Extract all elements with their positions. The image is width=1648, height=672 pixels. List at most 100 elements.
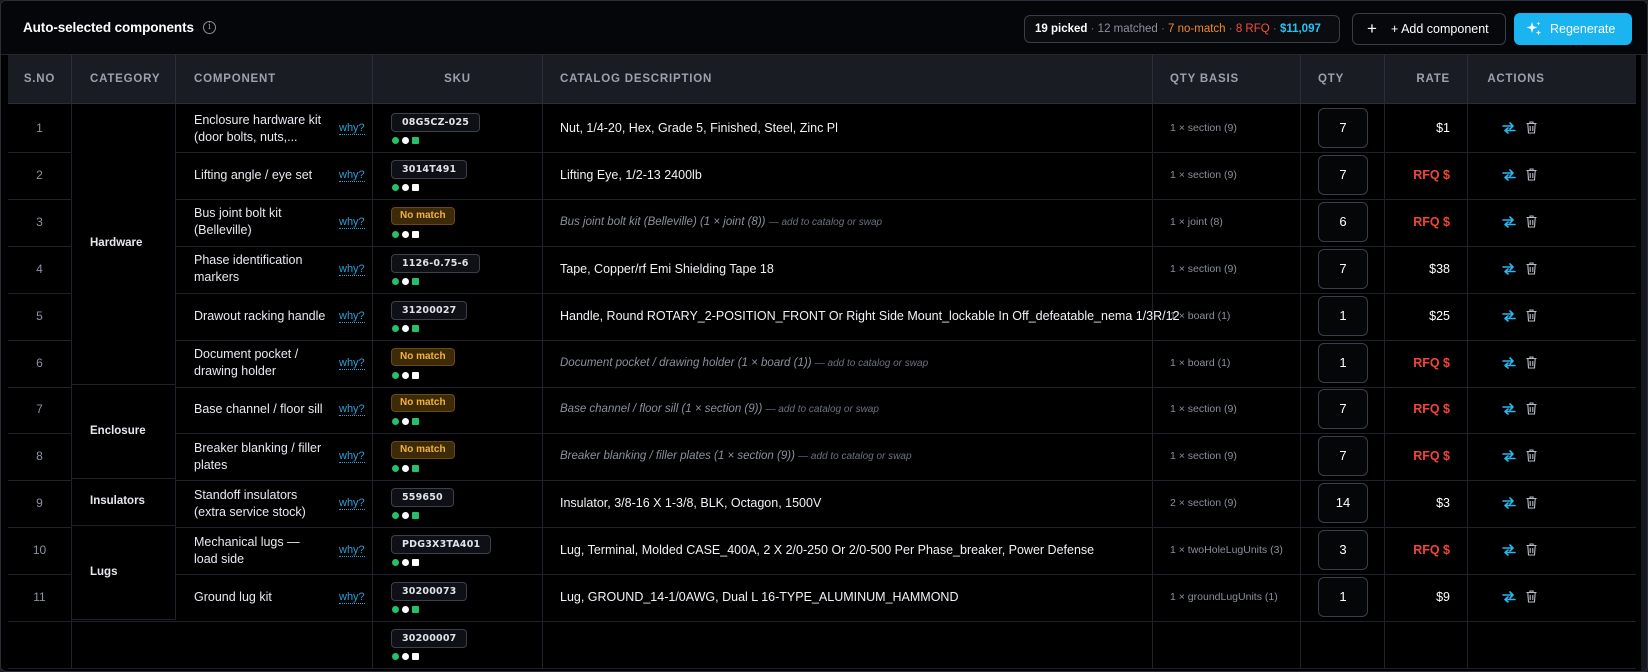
col-qty-basis[interactable]: QTY BASIS — [1153, 55, 1301, 104]
why-link[interactable]: why? — [339, 216, 365, 229]
qty-cell: 7 — [1301, 104, 1385, 153]
sku-badge[interactable]: 3014T491 — [391, 159, 468, 179]
sku-badge[interactable]: 30200073 — [391, 582, 468, 601]
swap-icon[interactable] — [1502, 544, 1516, 556]
qty-input[interactable]: 3 — [1318, 530, 1368, 571]
component-cell: Bus joint bolt kit (Belleville) why? — [176, 197, 373, 247]
qty-input[interactable]: 7 — [1318, 248, 1368, 289]
trash-icon[interactable] — [1526, 402, 1537, 415]
info-icon[interactable]: i — [203, 21, 216, 34]
trash-icon[interactable] — [1526, 215, 1537, 228]
trash-icon[interactable] — [1526, 355, 1537, 369]
status-dot-icon — [392, 559, 399, 567]
sku-badge[interactable]: 31200027 — [391, 300, 468, 320]
qty-input[interactable]: 7 — [1318, 436, 1368, 477]
sku-badge[interactable]: 08G5CZ-025 — [391, 113, 481, 132]
swap-icon[interactable] — [1502, 591, 1516, 603]
qty-input[interactable]: 1 — [1318, 577, 1368, 617]
table-row[interactable]: 8 Breaker blanking / filler plates why? … — [8, 432, 1636, 482]
table-row[interactable]: 1 Enclosure hardware kit (door bolts, nu… — [8, 104, 1636, 153]
sku-cell: No match — [373, 432, 543, 482]
trash-icon[interactable] — [1526, 543, 1537, 556]
why-link[interactable]: why? — [339, 544, 365, 558]
why-link[interactable]: why? — [339, 310, 365, 323]
qty-input[interactable]: 1 — [1318, 295, 1368, 336]
description-cell: Document pocket / drawing holder (1 × bo… — [543, 338, 1153, 388]
qty-basis: 1 × section (9) — [1170, 450, 1237, 463]
why-link[interactable]: why? — [339, 403, 365, 417]
catalog-description: Base channel / floor sill (1 × section (… — [560, 403, 879, 416]
no-match-count: 7 no-match — [1168, 23, 1226, 35]
add-component-button[interactable]: + + Add component — [1352, 13, 1506, 45]
col-sno[interactable]: S.NO — [8, 55, 72, 104]
regenerate-button[interactable]: Regenerate — [1514, 13, 1632, 45]
table-row[interactable]: 30200007 — [8, 619, 1636, 669]
swap-icon[interactable] — [1502, 356, 1516, 369]
swap-icon[interactable] — [1502, 262, 1516, 275]
why-link[interactable]: why? — [339, 591, 365, 604]
qty-basis: 1 × section (9) — [1170, 168, 1237, 181]
category-label: Lugs — [90, 566, 118, 578]
qty-input[interactable]: 7 — [1318, 389, 1368, 430]
qty-basis-cell: 1 × section (9) — [1153, 104, 1301, 153]
table-row[interactable]: 4 Phase identification markers why? 1126… — [8, 244, 1636, 294]
trash-icon[interactable] — [1526, 496, 1537, 509]
trash-icon[interactable] — [1526, 262, 1537, 275]
table-row[interactable]: 9 Standoff insulators (extra service sto… — [8, 479, 1636, 529]
col-component[interactable]: COMPONENT — [176, 55, 373, 104]
description-cell: Base channel / floor sill (1 × section (… — [543, 385, 1153, 435]
why-link[interactable]: why? — [339, 450, 365, 464]
table-row[interactable]: 11 Ground lug kit why? 30200073 Lug, GRO… — [8, 573, 1636, 622]
swap-icon[interactable] — [1502, 122, 1516, 134]
row-number: 3 — [8, 197, 72, 247]
swap-icon[interactable] — [1502, 450, 1516, 463]
swap-icon[interactable] — [1502, 497, 1516, 509]
trash-icon[interactable] — [1526, 121, 1537, 134]
qty-basis-cell: 1 × section (9) — [1153, 385, 1301, 435]
trash-icon[interactable] — [1526, 590, 1537, 603]
trash-icon[interactable] — [1526, 309, 1537, 322]
col-qty[interactable]: QTY — [1301, 55, 1385, 104]
col-sku[interactable]: SKU — [373, 55, 543, 104]
why-link[interactable]: why? — [339, 122, 365, 135]
sku-badge[interactable]: 30200007 — [391, 628, 468, 648]
table-row[interactable]: 7 Base channel / floor sill why? No matc… — [8, 385, 1636, 435]
sparkle-icon — [1526, 21, 1542, 36]
why-link[interactable]: why? — [339, 169, 365, 182]
no-match-badge: No match — [391, 347, 455, 366]
table-row[interactable]: 6 Document pocket / drawing holder why? … — [8, 338, 1636, 388]
component-cell: Breaker blanking / filler plates why? — [176, 432, 373, 482]
qty-input[interactable]: 14 — [1318, 483, 1368, 524]
actions-cell — [1468, 432, 1564, 481]
table-row[interactable]: 5 Drawout racking handle why? 31200027 H… — [8, 291, 1636, 341]
swap-icon[interactable] — [1502, 215, 1516, 228]
table-row[interactable]: 2 Lifting angle / eye set why? 3014T491 … — [8, 150, 1636, 200]
qty-input[interactable]: 1 — [1318, 342, 1368, 383]
col-actions[interactable]: ACTIONS — [1468, 55, 1564, 104]
swap-icon[interactable] — [1502, 309, 1516, 322]
col-category[interactable]: CATEGORY — [72, 55, 176, 104]
table-row[interactable]: 10 Mechanical lugs — load side why? PDG3… — [8, 526, 1636, 576]
swap-icon[interactable] — [1502, 403, 1516, 416]
picked-count: 19 picked — [1035, 23, 1088, 35]
status-dot-icon — [392, 277, 399, 285]
sku-badge[interactable]: PDG3X3TA401 — [391, 535, 492, 555]
swap-icon[interactable] — [1502, 169, 1516, 181]
why-link[interactable]: why? — [339, 263, 365, 276]
why-link[interactable]: why? — [339, 497, 365, 511]
qty-input[interactable]: 7 — [1318, 154, 1368, 195]
table-row[interactable]: 3 Bus joint bolt kit (Belleville) why? N… — [8, 197, 1636, 247]
trash-icon[interactable] — [1526, 449, 1537, 462]
match-indicators — [392, 371, 422, 380]
scrollbar[interactable] — [1641, 55, 1647, 671]
sku-badge[interactable]: 559650 — [391, 488, 454, 508]
qty-input[interactable]: 7 — [1318, 108, 1368, 148]
qty-input[interactable]: 6 — [1318, 201, 1368, 242]
catalog-description: Handle, Round ROTARY_2-POSITION_FRONT Or… — [560, 308, 1180, 323]
col-rate[interactable]: RATE — [1385, 55, 1468, 104]
sku-badge[interactable]: 1126-0.75-6 — [391, 253, 480, 273]
component-name: Breaker blanking / filler plates — [194, 440, 322, 472]
why-link[interactable]: why? — [339, 357, 365, 370]
trash-icon[interactable] — [1526, 168, 1537, 181]
col-description[interactable]: CATALOG DESCRIPTION — [543, 55, 1153, 104]
